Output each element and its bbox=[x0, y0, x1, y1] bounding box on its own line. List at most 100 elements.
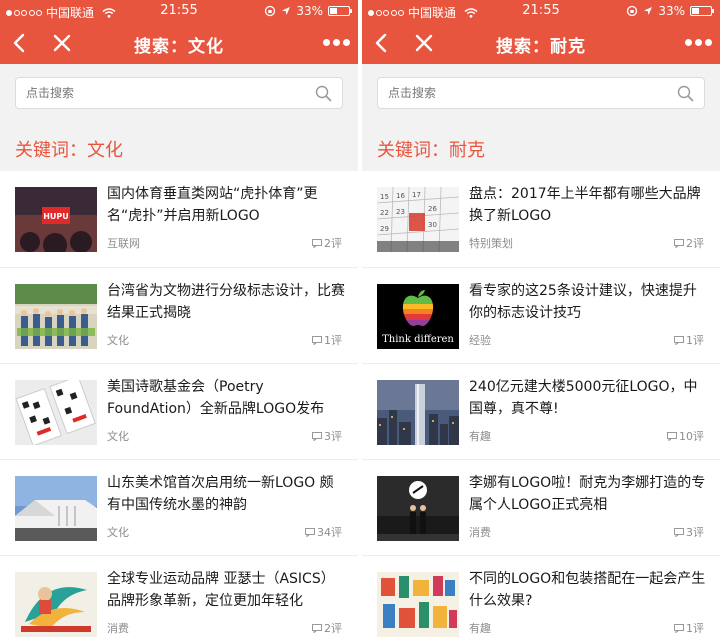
comment-count: 34评 bbox=[305, 524, 342, 540]
article-list: 15 16 17 22 23 26 29 30 盘点：2017年上半年都有哪些大品牌换了新LO… bbox=[362, 171, 720, 639]
article-title[interactable]: 山东美术馆首次启用统一新LOGO 颇有中国传统水墨的神韵 bbox=[107, 472, 345, 516]
article-thumbnail[interactable]: Think differen bbox=[377, 284, 459, 349]
battery-icon bbox=[328, 6, 352, 16]
page-title: 搜索：耐克 bbox=[496, 37, 586, 57]
comment-icon bbox=[667, 431, 677, 441]
article-category: 消费 bbox=[469, 526, 491, 539]
article-thumbnail[interactable] bbox=[15, 380, 97, 445]
list-item[interactable]: 240亿元建大楼5000元征LOGO，中国尊，真不尊! 有趣 10评 bbox=[362, 363, 720, 459]
article-category: 消费 bbox=[107, 622, 129, 635]
search-icon[interactable] bbox=[315, 85, 332, 102]
list-item[interactable]: Think differen 看专家的这25条设计建议，快速提升你的标志设计技巧… bbox=[362, 267, 720, 363]
article-title[interactable]: 全球专业运动品牌 亚瑟士（ASICS）品牌形象革新，定位更加年轻化 bbox=[107, 568, 345, 612]
comment-count: 10评 bbox=[667, 428, 704, 444]
list-item[interactable]: 李娜有LOGO啦！耐克为李娜打造的专属个人LOGO正式亮相 消费 3评 bbox=[362, 459, 720, 555]
phone-screen-right: 中国联通 21:55 33% 搜索：耐克 关键词：耐克 15 16 17 22 23 26… bbox=[362, 0, 720, 639]
list-item[interactable]: HUPU 国内体育垂直类网站“虎扑体育”更名“虎扑”并启用新LOGO 互联网 2… bbox=[0, 171, 358, 267]
search-icon[interactable] bbox=[677, 85, 694, 102]
keyword-heading: 关键词：文化 bbox=[15, 140, 123, 161]
article-category: 文化 bbox=[107, 526, 129, 539]
svg-text:23: 23 bbox=[396, 208, 405, 216]
comment-icon bbox=[674, 527, 684, 537]
article-thumbnail[interactable] bbox=[15, 476, 97, 541]
search-box[interactable] bbox=[377, 77, 705, 109]
article-category: 文化 bbox=[107, 430, 129, 443]
article-category: 特别策划 bbox=[469, 237, 513, 250]
article-thumbnail[interactable] bbox=[15, 572, 97, 637]
list-item[interactable]: 山东美术馆首次启用统一新LOGO 颇有中国传统水墨的神韵 文化 34评 bbox=[0, 459, 358, 555]
hupu-logo-text: HUPU bbox=[43, 212, 69, 221]
comment-count: 2评 bbox=[312, 620, 342, 636]
article-title[interactable]: 看专家的这25条设计建议，快速提升你的标志设计技巧 bbox=[469, 280, 707, 324]
search-input[interactable] bbox=[16, 78, 306, 108]
article-title[interactable]: 240亿元建大楼5000元征LOGO，中国尊，真不尊! bbox=[469, 376, 707, 420]
nav-bar: 搜索：文化 bbox=[0, 22, 358, 64]
list-item[interactable]: 美国诗歌基金会（Poetry FoundAtion）全新品牌LOGO发布 文化 … bbox=[0, 363, 358, 459]
comment-count: 1评 bbox=[674, 332, 704, 348]
article-thumbnail[interactable] bbox=[15, 284, 97, 349]
battery-percent: 33% bbox=[296, 4, 323, 18]
battery-fill bbox=[692, 8, 699, 14]
svg-text:29: 29 bbox=[380, 225, 389, 233]
svg-text:16: 16 bbox=[396, 192, 405, 200]
status-bar: 中国联通 21:55 33% bbox=[0, 0, 358, 22]
comment-count: 1评 bbox=[674, 620, 704, 636]
battery-percent: 33% bbox=[658, 4, 685, 18]
rotation-lock-icon bbox=[265, 5, 276, 17]
svg-text:17: 17 bbox=[412, 191, 421, 199]
article-category: 互联网 bbox=[107, 237, 140, 250]
comment-icon bbox=[674, 335, 684, 345]
article-thumbnail[interactable] bbox=[377, 476, 459, 541]
comment-icon bbox=[312, 623, 322, 633]
article-title[interactable]: 不同的LOGO和包装搭配在一起会产生什么效果? bbox=[469, 568, 707, 612]
article-category: 有趣 bbox=[469, 430, 491, 443]
article-thumbnail[interactable]: HUPU bbox=[15, 187, 97, 252]
more-icon[interactable] bbox=[685, 39, 712, 46]
svg-text:15: 15 bbox=[380, 193, 389, 201]
comment-icon bbox=[312, 238, 322, 248]
article-category: 有趣 bbox=[469, 622, 491, 635]
rotation-lock-icon bbox=[627, 5, 638, 17]
comment-count: 3评 bbox=[312, 428, 342, 444]
comment-count: 2评 bbox=[674, 235, 704, 251]
article-thumbnail[interactable]: 15 16 17 22 23 26 29 30 bbox=[377, 187, 459, 252]
svg-text:30: 30 bbox=[428, 221, 437, 229]
comment-count: 3评 bbox=[674, 524, 704, 540]
search-box[interactable] bbox=[15, 77, 343, 109]
article-list: HUPU 国内体育垂直类网站“虎扑体育”更名“虎扑”并启用新LOGO 互联网 2… bbox=[0, 171, 358, 639]
article-title[interactable]: 美国诗歌基金会（Poetry FoundAtion）全新品牌LOGO发布 bbox=[107, 376, 345, 420]
more-icon[interactable] bbox=[323, 39, 350, 46]
list-item[interactable]: 台湾省为文物进行分级标志设计，比赛结果正式揭晓 文化 1评 bbox=[0, 267, 358, 363]
article-title[interactable]: 李娜有LOGO啦！耐克为李娜打造的专属个人LOGO正式亮相 bbox=[469, 472, 707, 516]
battery-fill bbox=[330, 8, 337, 14]
list-item[interactable]: 15 16 17 22 23 26 29 30 盘点：2017年上半年都有哪些大品牌换了新LO… bbox=[362, 171, 720, 267]
page-title: 搜索：文化 bbox=[134, 37, 224, 57]
article-title[interactable]: 台湾省为文物进行分级标志设计，比赛结果正式揭晓 bbox=[107, 280, 345, 324]
status-bar: 中国联通 21:55 33% bbox=[362, 0, 720, 22]
phone-screen-left: 中国联通 21:55 33% 搜索：文化 关键词：文化 HUPU 国内体育垂直类… bbox=[0, 0, 358, 639]
comment-icon bbox=[312, 335, 322, 345]
nav-bar: 搜索：耐克 bbox=[362, 22, 720, 64]
battery-icon bbox=[690, 6, 714, 16]
article-thumbnail[interactable] bbox=[377, 572, 459, 637]
comment-icon bbox=[312, 431, 322, 441]
comment-icon bbox=[305, 527, 315, 537]
apple-slogan-text: Think differen bbox=[382, 334, 454, 345]
article-thumbnail[interactable] bbox=[377, 380, 459, 445]
location-icon bbox=[282, 7, 291, 15]
article-category: 经验 bbox=[469, 334, 491, 347]
list-item[interactable]: 不同的LOGO和包装搭配在一起会产生什么效果? 有趣 1评 bbox=[362, 555, 720, 639]
list-item[interactable]: 全球专业运动品牌 亚瑟士（ASICS）品牌形象革新，定位更加年轻化 消费 2评 bbox=[0, 555, 358, 639]
search-input[interactable] bbox=[378, 78, 668, 108]
keyword-heading: 关键词：耐克 bbox=[377, 140, 485, 161]
svg-text:22: 22 bbox=[380, 209, 389, 217]
comment-icon bbox=[674, 623, 684, 633]
article-title[interactable]: 国内体育垂直类网站“虎扑体育”更名“虎扑”并启用新LOGO bbox=[107, 183, 345, 227]
comment-count: 1评 bbox=[312, 332, 342, 348]
article-category: 文化 bbox=[107, 334, 129, 347]
svg-text:26: 26 bbox=[428, 205, 437, 213]
article-title[interactable]: 盘点：2017年上半年都有哪些大品牌换了新LOGO bbox=[469, 183, 707, 227]
location-icon bbox=[644, 7, 653, 15]
comment-icon bbox=[674, 238, 684, 248]
comment-count: 2评 bbox=[312, 235, 342, 251]
